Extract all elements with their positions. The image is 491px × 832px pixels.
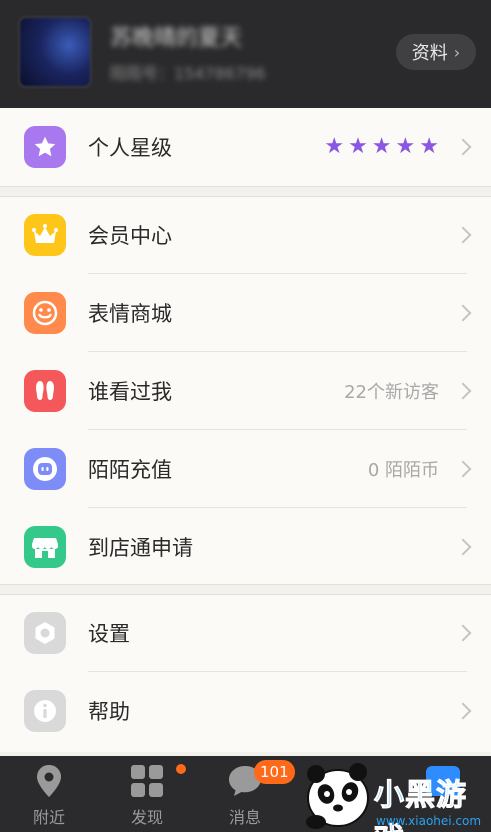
- tab-discover[interactable]: 发现: [102, 756, 192, 832]
- menu-item-label: 谁看过我: [88, 380, 172, 404]
- menu-item-label: 设置: [88, 622, 130, 646]
- star-rating: ★ ★ ★ ★ ★: [324, 136, 439, 158]
- star-icon: ★: [371, 134, 392, 159]
- crown-icon: [24, 214, 66, 256]
- menu-item-vip-center[interactable]: 会员中心: [0, 196, 491, 274]
- smiley-icon: [24, 292, 66, 334]
- chevron-right-icon: [454, 138, 472, 156]
- tab-messages[interactable]: 101 消息: [200, 756, 295, 832]
- star-icon: ★: [324, 134, 345, 159]
- profile-button[interactable]: 资料 ›: [396, 34, 476, 70]
- menu-item-who-viewed[interactable]: 谁看过我 22个新访客: [0, 352, 491, 430]
- momo-coin-icon: [24, 448, 66, 490]
- menu-item-label: 会员中心: [88, 224, 172, 248]
- menu-item-settings[interactable]: 设置: [0, 594, 491, 672]
- chevron-right-icon: [454, 226, 472, 244]
- menu-item-sticker-store[interactable]: 表情商城: [0, 274, 491, 352]
- avatar[interactable]: [18, 16, 92, 88]
- menu-item-label: 个人星级: [88, 136, 172, 160]
- menu-item-label: 到店通申请: [88, 536, 193, 560]
- menu-item-store-apply[interactable]: 到店通申请: [0, 508, 491, 586]
- menu-item-label: 帮助: [88, 700, 130, 724]
- star-icon: ★: [395, 134, 416, 159]
- new-indicator-dot: [176, 764, 186, 774]
- tab-label: 附近: [32, 808, 65, 827]
- profile-button-label: 资料: [411, 43, 448, 64]
- chevron-right-icon: [454, 702, 472, 720]
- chevron-right-icon: [454, 460, 472, 478]
- profile-header[interactable]: 苏晚晴的夏天 陌陌号：154786796 资料 ›: [0, 0, 491, 108]
- menu-item-recharge[interactable]: 陌陌充值 0 陌陌币: [0, 430, 491, 508]
- chevron-right-icon: [454, 304, 472, 322]
- section-divider: [0, 186, 491, 187]
- chevron-right-icon: [454, 538, 472, 556]
- gear-icon: [24, 612, 66, 654]
- footprints-icon: [24, 370, 66, 412]
- unread-count-badge: 101: [254, 760, 295, 784]
- section-star-level: 个人星级 ★ ★ ★ ★ ★: [0, 108, 491, 186]
- location-pin-icon: [37, 765, 61, 797]
- tab-label: 消息: [228, 808, 261, 827]
- tab-label: 发现: [130, 808, 163, 827]
- section-services: 会员中心 表情商城 谁看过我 22个新访客 陌陌充值 0 陌陌币 到店通申请: [0, 196, 491, 584]
- grid-icon: [131, 765, 163, 797]
- watermark-url: www.xiaohei.com: [376, 814, 482, 828]
- coin-balance: 0 陌陌币: [367, 460, 439, 481]
- star-icon: ★: [419, 134, 439, 159]
- user-id: 陌陌号：154786796: [110, 64, 266, 83]
- section-system: 设置 帮助: [0, 594, 491, 752]
- tab-nearby[interactable]: 附近: [4, 756, 94, 832]
- chevron-right-icon: [454, 382, 472, 400]
- menu-item-label: 陌陌充值: [88, 458, 172, 482]
- watermark: 小黑游戏 www.xiaohei.com: [296, 760, 491, 832]
- new-visitors-count: 22个新访客: [344, 382, 439, 403]
- star-icon: ★: [348, 134, 368, 159]
- chevron-right-icon: ›: [453, 42, 461, 62]
- star-icon: [24, 126, 66, 168]
- storefront-icon: [24, 526, 66, 568]
- menu-item-star-level[interactable]: 个人星级 ★ ★ ★ ★ ★: [0, 108, 491, 186]
- info-icon: [24, 690, 66, 732]
- section-divider: [0, 584, 491, 585]
- menu-item-label: 表情商城: [88, 302, 172, 326]
- menu-item-help[interactable]: 帮助: [0, 672, 491, 750]
- username: 苏晚晴的夏天: [110, 26, 243, 51]
- chevron-right-icon: [454, 624, 472, 642]
